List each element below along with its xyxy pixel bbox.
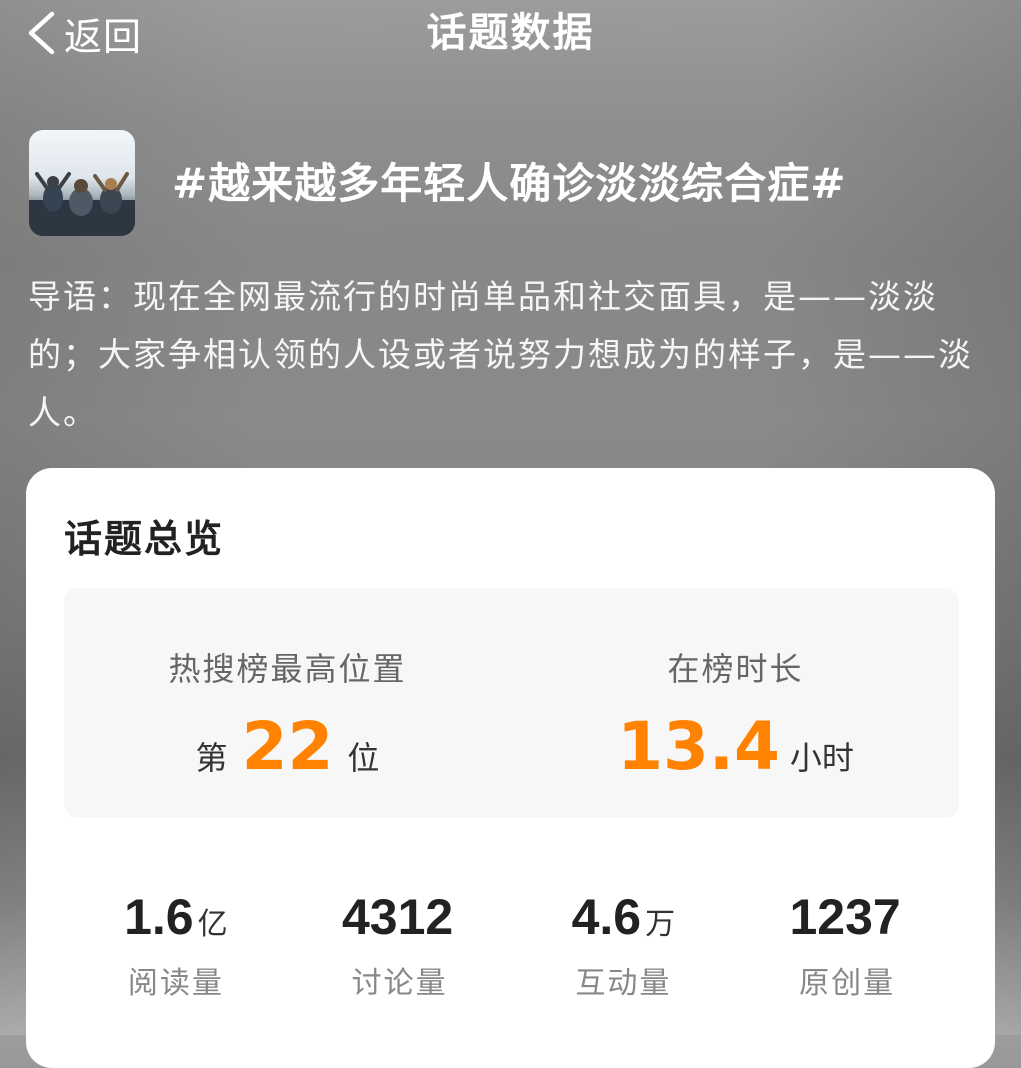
duration-label: 在榜时长	[667, 650, 804, 688]
overview-title: 话题总览	[64, 517, 225, 561]
stat-label: 阅读量	[127, 966, 224, 1001]
topic-cover-image	[29, 130, 135, 236]
stat-discussion-count: 4312 讨论量	[288, 888, 512, 1008]
on-list-duration: 在榜时长 13.4 小时	[512, 588, 959, 818]
rank-suffix: 位	[347, 739, 380, 777]
stat-unit: 万	[645, 907, 676, 942]
stat-value: 1.6	[124, 889, 194, 945]
stat-value: 1237	[789, 889, 901, 945]
duration-value: 13.4	[617, 708, 780, 785]
duration-unit: 小时	[789, 739, 854, 777]
stat-label: 原创量	[799, 966, 896, 1001]
stat-value: 4.6	[571, 889, 642, 945]
stat-unit: 亿	[197, 907, 228, 942]
stat-interaction-count: 4.6 万 互动量	[512, 888, 736, 1008]
rank-value: 22	[241, 708, 334, 785]
stats-row: 1.6 亿 阅读量 4312 讨论量 4.6 万 互动量 1237 原创量	[64, 888, 959, 1008]
stat-label: 互动量	[575, 966, 672, 1001]
stat-original-count: 1237 原创量	[735, 888, 959, 1008]
top-bar: 返回 话题数据	[0, 0, 1021, 70]
rank-label: 热搜榜最高位置	[168, 650, 407, 688]
page-title: 话题数据	[426, 10, 595, 56]
topic-intro: 导语：现在全网最流行的时尚单品和社交面具，是——淡淡的；大家争相认领的人设或者说…	[28, 277, 973, 432]
rank-prefix: 第	[195, 739, 228, 777]
rank-summary-box: 热搜榜最高位置 第 22 位 在榜时长 13.4 小时	[64, 588, 959, 818]
stat-value: 4312	[342, 889, 454, 945]
hot-search-rank: 热搜榜最高位置 第 22 位	[64, 588, 511, 818]
duration-value-row: 13.4 小时	[512, 708, 959, 788]
stat-read-count: 1.6 亿 阅读量	[64, 888, 288, 1008]
rank-value-row: 第 22 位	[64, 708, 511, 788]
topic-title: #越来越多年轻人确诊淡淡综合症#	[172, 159, 847, 208]
stat-label: 讨论量	[351, 966, 448, 1001]
overview-card: 话题总览 热搜榜最高位置 第 22 位 在榜时长 13.4 小时 1.6 亿 阅…	[26, 468, 995, 1068]
